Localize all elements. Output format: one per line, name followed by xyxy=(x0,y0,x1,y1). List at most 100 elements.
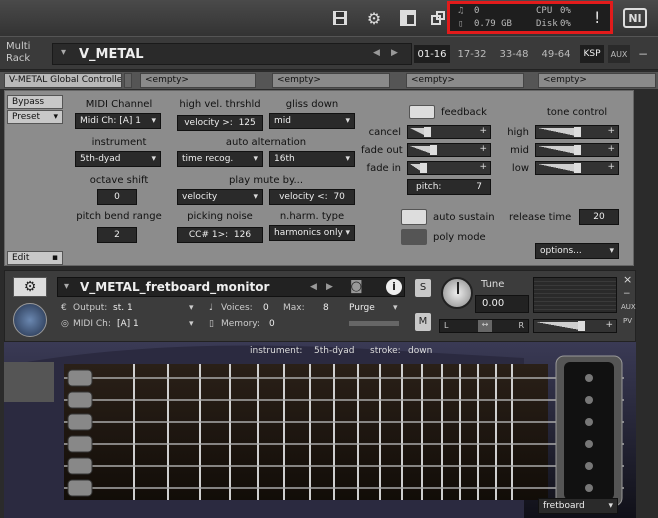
midi-value[interactable]: [A] 1 xyxy=(117,319,139,329)
instrument-name-field[interactable]: ▾ V_METAL_fretboard_monitor ◀ ▶ ◙ i xyxy=(57,277,405,297)
fade-out-slider[interactable]: + xyxy=(407,143,491,157)
tab-arrow-icon[interactable] xyxy=(124,73,132,88)
gear-icon[interactable]: ⚙ xyxy=(360,4,388,32)
chevron-down-icon[interactable]: ▾ xyxy=(393,303,398,313)
max-value[interactable]: 8 xyxy=(323,303,329,313)
midi-icon: ♫ xyxy=(458,6,464,16)
high-vel-value: 125 xyxy=(238,118,256,128)
play-mute-field[interactable]: velocity <: 70 xyxy=(269,189,355,205)
tab-17-32[interactable]: 17-32 xyxy=(452,45,492,63)
options-menu[interactable]: options... xyxy=(535,243,619,259)
aux-button[interactable]: AUX xyxy=(621,303,636,311)
tone-high-slider[interactable]: + xyxy=(535,125,619,139)
volume-slider[interactable]: + xyxy=(533,319,617,333)
solo-button[interactable]: S xyxy=(415,279,431,297)
layout-icon[interactable] xyxy=(394,4,422,32)
cancel-slider[interactable]: + xyxy=(407,125,491,139)
ni-logo[interactable]: NI xyxy=(623,8,647,28)
next-arrow-icon[interactable]: ▶ xyxy=(391,48,398,58)
next-arrow-icon[interactable]: ▶ xyxy=(326,282,333,292)
rack-name-field[interactable]: ▾ V_METAL ◀ ▶ xyxy=(52,43,412,65)
tone-mid-label: mid xyxy=(510,145,529,156)
minimize-icon[interactable]: − xyxy=(623,289,631,299)
octave-shift-field[interactable]: 0 xyxy=(97,189,137,205)
chevron-down-icon[interactable]: ▾ xyxy=(189,319,194,329)
fade-out-label: fade out xyxy=(361,145,403,156)
auto-alternation-mode-menu[interactable]: time recog. xyxy=(177,151,263,167)
midi-channel-menu[interactable]: Midi Ch: [A] 1 xyxy=(75,113,161,129)
chevron-down-icon[interactable]: ▾ xyxy=(189,303,194,313)
cpu-value: 0% xyxy=(560,6,571,16)
tab-01-16[interactable]: 01-16 xyxy=(414,45,450,63)
edit-button[interactable]: Edit ▪ xyxy=(7,251,63,265)
tune-knob[interactable] xyxy=(441,277,473,309)
fade-in-slider[interactable]: + xyxy=(407,161,491,175)
fretboard-view-menu[interactable]: fretboard xyxy=(538,498,618,514)
nharm-menu[interactable]: harmonics only xyxy=(269,225,355,241)
save-icon[interactable] xyxy=(326,4,354,32)
pan-slider[interactable]: L ↔ R xyxy=(439,319,529,333)
output-value[interactable]: st. 1 xyxy=(113,303,133,313)
fretboard-view: instrument: 5th-dyad stroke: down fretbo… xyxy=(4,342,636,518)
tab-33-48[interactable]: 33-48 xyxy=(494,45,534,63)
minus-icon[interactable]: − xyxy=(634,45,652,63)
pitch-bend-field[interactable]: 2 xyxy=(97,227,137,243)
tab-49-64[interactable]: 49-64 xyxy=(536,45,576,63)
bypass-button[interactable]: Bypass xyxy=(7,95,63,109)
camera-icon[interactable]: ◙ xyxy=(350,279,363,294)
auto-alternation-label: auto alternation xyxy=(225,137,307,148)
play-mute-menu[interactable]: velocity xyxy=(177,189,263,205)
preset-menu[interactable]: Preset ▾ xyxy=(7,110,63,124)
edit-icon: ▪ xyxy=(51,253,58,263)
tone-low-slider[interactable]: + xyxy=(535,161,619,175)
preset-label: Preset xyxy=(12,112,41,122)
script-tab-2[interactable]: <empty> xyxy=(140,73,256,88)
tune-value[interactable]: 0.00 xyxy=(475,295,529,313)
prev-arrow-icon[interactable]: ◀ xyxy=(373,48,380,58)
midi-channel-label: MIDI Channel xyxy=(85,99,153,110)
pv-button[interactable]: PV xyxy=(623,317,632,325)
tone-mid-slider[interactable]: + xyxy=(535,143,619,157)
picking-noise-field[interactable]: CC# 1>: 126 xyxy=(177,227,263,243)
feedback-button[interactable] xyxy=(409,105,435,119)
close-icon[interactable]: × xyxy=(623,273,632,286)
instrument-menu[interactable]: 5th-dyad xyxy=(75,151,161,167)
prev-arrow-icon[interactable]: ◀ xyxy=(310,282,317,292)
ksp-button[interactable]: KSP xyxy=(580,45,604,63)
plus-icon: + xyxy=(479,144,487,154)
instrument-menu-icon[interactable]: ▾ xyxy=(64,281,69,292)
auto-sustain-button[interactable] xyxy=(401,209,427,225)
mute-button[interactable]: M xyxy=(415,313,431,331)
info-icon[interactable]: i xyxy=(386,279,402,295)
script-tab-3[interactable]: <empty> xyxy=(272,73,390,88)
status-box: ♫ 0 ▯ 0.79 GB CPU 0% Disk 0% ! xyxy=(447,1,613,34)
purge-menu[interactable]: Purge xyxy=(349,303,375,313)
pan-right-label: R xyxy=(518,321,524,330)
script-tab-1[interactable]: V-METAL Global Controller xyxy=(4,73,122,88)
disk-label: Disk xyxy=(536,19,558,29)
rack-bar: Multi Rack ▾ V_METAL ◀ ▶ 01-16 17-32 33-… xyxy=(0,36,658,70)
pitch-field[interactable]: pitch: 7 xyxy=(407,179,491,195)
script-tab-4[interactable]: <empty> xyxy=(406,73,524,88)
fretboard-instrument-label: instrument: xyxy=(250,346,303,356)
nharm-label: n.harm. type xyxy=(279,211,345,222)
instrument-name: V_METAL_fretboard_monitor xyxy=(80,280,270,294)
fade-in-label: fade in xyxy=(366,163,401,174)
picking-noise-label: picking noise xyxy=(187,211,253,222)
auto-alternation-note-menu[interactable]: 16th xyxy=(269,151,355,167)
picking-noise-value: 126 xyxy=(233,230,252,240)
release-time-field[interactable]: 20 xyxy=(579,209,619,225)
script-tab-5[interactable]: <empty> xyxy=(538,73,656,88)
memory-icon: ▯ xyxy=(458,19,464,29)
rack-menu-icon[interactable]: ▾ xyxy=(61,47,66,58)
gliss-menu[interactable]: mid xyxy=(269,113,355,129)
high-vel-field[interactable]: velocity >: 125 xyxy=(177,115,263,131)
gear-icon[interactable]: ⚙ xyxy=(13,277,47,297)
aux-button[interactable]: AUX xyxy=(608,45,630,63)
poly-mode-button[interactable] xyxy=(401,229,427,245)
tone-control-label: tone control xyxy=(546,107,608,118)
instrument-logo-icon[interactable] xyxy=(13,303,47,337)
chevron-down-icon: ▾ xyxy=(53,112,58,122)
warning-icon[interactable]: ! xyxy=(594,8,600,27)
midi-icon: ◎ xyxy=(61,319,69,329)
